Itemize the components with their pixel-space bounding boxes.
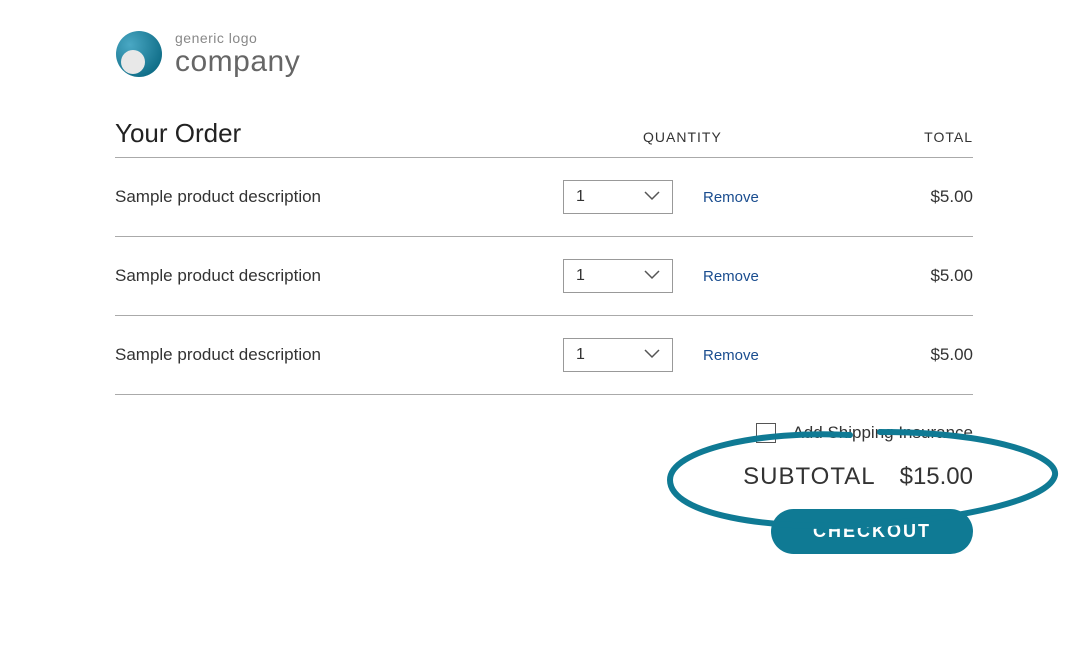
column-header-quantity: QUANTITY [643, 129, 863, 145]
logo-title: company [175, 47, 300, 77]
quantity-value: 1 [576, 346, 585, 364]
subtotal-label: SUBTOTAL [743, 463, 875, 491]
insurance-label: Add Shipping Insurance [792, 423, 973, 443]
chevron-down-icon [644, 346, 660, 364]
line-total: $5.00 [883, 266, 973, 286]
chevron-down-icon [644, 267, 660, 285]
logo-icon [115, 30, 163, 78]
quantity-select[interactable]: 1 [563, 338, 673, 372]
quantity-select[interactable]: 1 [563, 180, 673, 214]
remove-link[interactable]: Remove [703, 268, 883, 285]
page-title: Your Order [115, 118, 643, 149]
order-row: Sample product description 1 Remove $5.0… [115, 158, 973, 237]
subtotal-value: $15.00 [900, 463, 973, 491]
line-total: $5.00 [883, 345, 973, 365]
chevron-down-icon [644, 188, 660, 206]
quantity-value: 1 [576, 267, 585, 285]
logo: generic logo company [115, 30, 973, 78]
insurance-checkbox[interactable] [756, 423, 776, 443]
subtotal-row: SUBTOTAL $15.00 [115, 455, 973, 509]
quantity-value: 1 [576, 188, 585, 206]
line-total: $5.00 [883, 187, 973, 207]
order-row: Sample product description 1 Remove $5.0… [115, 316, 973, 395]
checkout-button[interactable]: CHECKOUT [771, 509, 973, 554]
product-description: Sample product description [115, 345, 563, 365]
insurance-row: Add Shipping Insurance [115, 395, 973, 455]
order-header: Your Order QUANTITY TOTAL [115, 118, 973, 158]
logo-subtitle: generic logo [175, 31, 300, 45]
remove-link[interactable]: Remove [703, 189, 883, 206]
order-row: Sample product description 1 Remove $5.0… [115, 237, 973, 316]
product-description: Sample product description [115, 187, 563, 207]
column-header-total: TOTAL [863, 129, 973, 145]
product-description: Sample product description [115, 266, 563, 286]
remove-link[interactable]: Remove [703, 347, 883, 364]
quantity-select[interactable]: 1 [563, 259, 673, 293]
